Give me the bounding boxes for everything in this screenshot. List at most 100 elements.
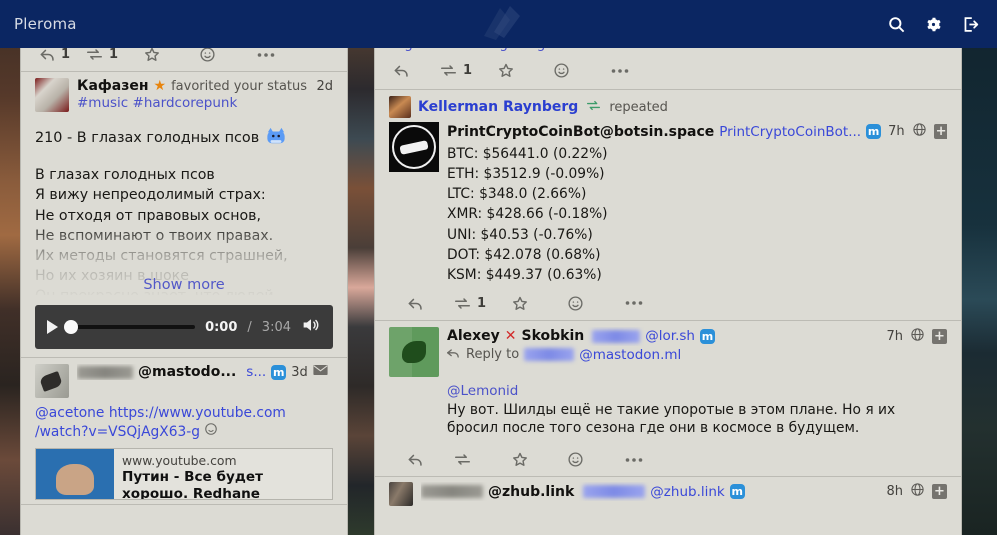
author-handle-redacted [592,329,641,343]
avatar[interactable] [389,326,439,377]
emoji-react-action[interactable] [199,46,257,63]
timeline-column-left[interactable]: 1 1 Кафазен ★ favorited your status 2d #… [20,40,348,535]
mention-link[interactable]: @Lemonid [447,383,947,399]
reply-action[interactable]: 1 [39,47,85,62]
emoji-react-action[interactable] [567,451,625,468]
mastodon-icon: m [866,124,882,139]
more-options-action[interactable] [625,457,643,463]
repeat-count: 1 [109,47,119,62]
poem-line: Не вспоминают о твоих правах. [35,227,274,244]
repeated-label: repeated [609,99,668,115]
expand-icon[interactable]: + [932,484,947,500]
post-actions-bar [389,445,947,476]
search-icon[interactable] [887,15,906,34]
expand-icon[interactable]: + [933,124,947,139]
poem-line: Не отходя от правовых основ, [35,207,262,224]
post-printcryptocoinbot[interactable]: Kellerman Raynberg repeated PrintCryptoC… [375,90,961,321]
mastodon-icon: m [729,484,745,500]
author-handle-link[interactable]: PrintCryptoCoinBot... [719,124,861,140]
pleroma-logo-icon [470,2,530,46]
author-name[interactable]: Кафазен [77,78,149,94]
timestamp[interactable]: 7h [888,124,905,139]
favorite-action[interactable] [511,451,567,468]
repeat-action[interactable] [453,452,511,467]
avatar[interactable] [35,364,69,399]
poem-line: Я вижу непреодолимый страх: [35,187,266,204]
expand-icon[interactable]: + [932,328,947,344]
repeater-avatar[interactable] [389,96,411,118]
timestamp[interactable]: 7h [886,329,903,344]
favorite-action[interactable] [143,46,199,63]
globe-icon[interactable] [912,122,927,141]
more-options-action[interactable] [625,300,643,306]
poem-line: Их методы становятся страшней, [35,247,288,264]
post-zhub[interactable]: @zhub.link @zhub.link m 8h + [375,477,961,510]
reply-action[interactable] [407,452,453,467]
avatar[interactable] [35,78,69,112]
source-link[interactable]: s... [246,364,266,380]
post-url-part1[interactable]: https://www.youtube.com [109,405,286,421]
post-body: Ну вот. Шилды ещё не такие упоротые в эт… [447,401,896,437]
reply-action[interactable] [407,296,453,311]
background-gutter-strip [348,40,374,535]
more-options-action[interactable] [257,52,275,58]
mention-link[interactable]: @acetone [35,405,104,421]
post-body-truncated: В глазах голодных псов Я вижу непреодоли… [35,165,333,296]
author-handle-link[interactable]: @zhub.link [650,484,724,500]
author-handle[interactable]: @lor.sh [645,328,695,344]
emoji-react-action[interactable] [567,295,625,312]
reply-to-redacted [524,348,575,362]
timestamp[interactable]: 3d [291,365,308,380]
timestamp[interactable]: 8h [886,484,903,499]
post-schmuck[interactable]: @mastodo... s... m 3d @acetone https://w… [21,358,347,505]
avatar[interactable] [389,122,439,172]
repeat-action[interactable]: 1 [453,296,511,311]
crypto-line: UNI: $40.53 (-0.76%) [447,226,593,243]
logout-icon[interactable] [961,15,981,34]
author-handle[interactable]: @mastodo... [138,364,236,380]
crypto-line: LTC: $348.0 (2.66%) [447,186,587,203]
reply-count: 1 [61,47,71,62]
favorite-action[interactable] [497,62,553,79]
audio-progress-slider[interactable] [64,320,196,335]
header-actions [887,0,981,48]
volume-icon[interactable] [301,316,321,338]
globe-icon[interactable] [910,327,925,346]
timestamp[interactable]: 2d [316,79,333,94]
post-kafazen[interactable]: Кафазен ★ favorited your status 2d #musi… [21,72,347,359]
reply-to-handle[interactable]: @mastodon.ml [579,347,681,363]
repeater-name[interactable]: Kellerman Raynberg [418,99,578,115]
audio-current-time: 0:00 [205,319,238,335]
audio-player[interactable]: 0:00 / 3:04 [35,305,333,350]
gear-icon[interactable] [924,15,943,34]
crypto-line: ETH: $3512.9 (-0.09%) [447,166,605,183]
crypto-line: KSM: $449.37 (0.63%) [447,266,602,283]
reply-action[interactable] [393,63,439,78]
reply-arrow-icon [447,348,461,362]
emoji-react-action[interactable] [553,62,611,79]
post-title: 210 - В глазах голодных псов [35,130,260,147]
author-name-part1[interactable]: Alexey [447,328,500,344]
audio-progress-knob[interactable] [64,320,78,335]
author-name-part2[interactable]: Skobkin [522,328,585,344]
author-handle[interactable]: PrintCryptoCoinBot@botsin.space [447,124,714,140]
favorite-action[interactable] [511,295,567,312]
post-skobkin[interactable]: Alexey ✕ Skobkin @lor.sh m 7h + Reply to… [375,321,961,478]
emoji-smiley-icon [204,423,218,440]
repeat-action[interactable]: 1 [439,63,497,78]
top-navigation-bar: Pleroma [0,0,997,48]
play-icon[interactable] [47,320,58,335]
card-title: Путин - Все будет хорошо. Redhane [122,468,263,500]
globe-icon[interactable] [910,482,925,501]
envelope-icon [313,364,328,380]
hashtags[interactable]: #music #hardcorepunk [77,95,333,111]
more-options-action[interactable] [611,68,629,74]
timeline-column-right[interactable]: #go #haskell #golang 1 [374,40,962,535]
avatar[interactable] [389,482,413,507]
post-url-part2[interactable]: /watch?v=VSQjAgX63-g [35,424,200,440]
link-preview-card[interactable]: www.youtube.com Путин - Все будет хорошо… [35,447,333,500]
show-more-link[interactable]: Show more [35,277,333,293]
author-handle[interactable]: @zhub.link [488,484,574,500]
mastodon-icon: m [699,328,715,344]
repeat-action[interactable]: 1 [85,47,143,62]
